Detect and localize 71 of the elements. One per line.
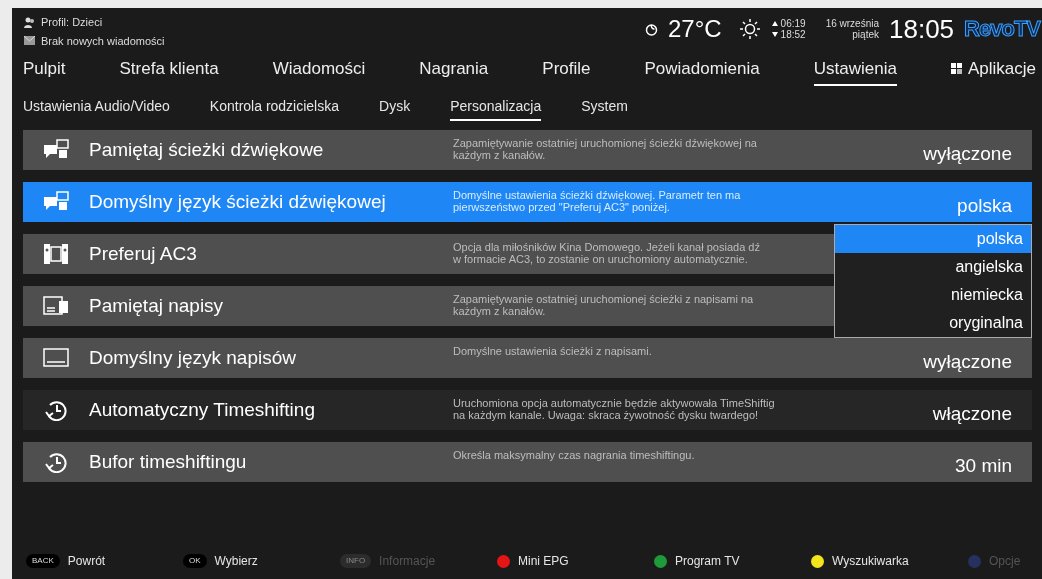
footer-action-label: Informacje	[379, 553, 436, 570]
moon-icon	[645, 22, 658, 36]
setting-description: Domyślne ustawienia ścieżki z napisami.	[453, 345, 652, 357]
footer-action-label: Mini EPG	[518, 553, 569, 570]
clock-time: 18:05	[889, 16, 955, 42]
setting-value: polska	[957, 196, 1013, 216]
date-label: 16 września	[825, 18, 879, 29]
setting-title: Pamiętaj napisy	[89, 293, 225, 318]
setting-row[interactable]: Pamiętaj ścieżki dźwiękowe Zapamiętywanie ostatniej uruchomionej ścieżki dźwiękowej na każdym z kanałów. wyłączone	[23, 130, 1032, 170]
main-tab[interactable]: Aplikacje	[950, 55, 1036, 86]
setting-title: Preferuj AC3	[89, 241, 198, 266]
setting-description: Uruchomiona opcja automatycznie będzie aktywowała TimeShiftig na każdym kanale. Uwaga: skraca żywotność dysku twardego!	[453, 397, 775, 421]
profile-label: Profil: Dzieci	[41, 15, 103, 30]
setting-value: włączone	[932, 404, 1013, 424]
setting-description: Zapamiętywanie ostatniej uruchomionej ścieżki dźwiękowej na każdym z kanałów.	[453, 137, 757, 161]
main-tab[interactable]: Powiadomienia	[644, 55, 760, 86]
sunrise-time: 06:19	[780, 18, 806, 29]
remote-key-badge: INFO	[340, 554, 372, 568]
setting-description: Określa maksymalny czas nagrania timeshiftingu.	[453, 449, 695, 461]
remote-key-badge: BACK	[26, 554, 60, 568]
sun-icon	[737, 17, 762, 41]
setting-row[interactable]: Automatyczny Timeshifting Uruchomiona opcja automatycznie będzie aktywowała TimeShiftig na każdym kanale. Uwaga: skraca żywotność dysku twardego! włączone	[23, 390, 1032, 430]
remote-key-badge: OK	[183, 554, 207, 568]
main-tab[interactable]: Nagrania	[419, 55, 489, 86]
setting-value: wyłączone	[923, 144, 1013, 164]
setting-description: Opcja dla miłośników Kina Domowego. Jeżeli kanał posiada dź w formacie AC3, to zostanie on uruchomiony automatycznie.	[453, 241, 760, 265]
main-tab[interactable]: Pulpit	[23, 55, 66, 86]
setting-row[interactable]: Domyślny język napisów Domyślne ustawienia ścieżki z napisami. wyłączone	[23, 338, 1032, 378]
footer-action-label: Wyszukiwarka	[832, 553, 909, 570]
main-tab[interactable]: Profile	[542, 55, 591, 86]
setting-row[interactable]: Domyślny język ścieżki dźwiękowej Domyślne ustawienia ścieżki dźwiękowej. Parametr ten ma pierwszeństwo przed "Preferuj AC3" poniżej. polska	[23, 182, 1032, 222]
setting-title: Bufor timeshiftingu	[89, 449, 248, 474]
setting-row[interactable]: Bufor timeshiftingu Określa maksymalny czas nagrania timeshiftingu. 30 min	[23, 442, 1032, 482]
footer-action-label: Opcje	[989, 553, 1021, 570]
envelope-icon	[24, 36, 35, 46]
temperature: 27°C	[668, 17, 722, 41]
setting-title: Automatyczny Timeshifting	[89, 397, 316, 422]
main-tab[interactable]: Strefa klienta	[119, 55, 219, 86]
main-tab[interactable]: Ustawienia	[813, 55, 897, 86]
setting-description: Zapamiętywanie ostatniej uruchomionej ścieżki z napisami na każdym z kanałów.	[453, 293, 754, 317]
sub-tab[interactable]: System	[581, 96, 628, 121]
clock-arrow-icon	[43, 399, 69, 421]
sunset-time: 18:52	[780, 29, 806, 40]
logo: RevoTV	[964, 18, 1040, 40]
sub-tab[interactable]: Personalizacja	[450, 96, 542, 121]
subtitles-screen-icon	[43, 347, 69, 369]
sub-tab[interactable]: Kontrola rodzicielska	[209, 96, 339, 121]
sub-tab[interactable]: Dysk	[379, 96, 411, 121]
messages-status: Brak nowych wiadomości	[41, 33, 165, 49]
clock-arrow-icon	[43, 451, 69, 473]
setting-title: Pamiętaj ścieżki dźwiękowe	[89, 137, 325, 162]
setting-value: 30 min	[954, 456, 1013, 476]
profile-icon	[24, 16, 35, 28]
setting-value: wyłączone	[923, 352, 1013, 372]
dropdown-option[interactable]: polska	[835, 225, 1031, 253]
main-tab[interactable]: Wiadomości	[272, 55, 366, 86]
footer-action-label: Program TV	[675, 553, 740, 570]
footer-action-label: Wybierz	[214, 553, 258, 570]
footer-action-label: Powrót	[67, 553, 106, 570]
speech-bubble-icon	[43, 191, 69, 213]
setting-description: Domyślne ustawienia ścieżki dźwiękowej. Parametr ten ma pierwszeństwo przed "Preferuj AC3" poniżej.	[453, 189, 741, 213]
setting-title: Domyślny język napisów	[89, 345, 297, 370]
grid-icon	[950, 62, 962, 74]
weekday-label: piątek	[852, 29, 879, 40]
speech-bubble-icon	[43, 139, 69, 161]
triangle-down-icon	[771, 32, 778, 37]
setting-title: Domyślny język ścieżki dźwiękowej	[89, 189, 387, 214]
sub-tab[interactable]: Ustawienia Audio/Video	[23, 96, 170, 121]
speaker-system-icon	[43, 243, 69, 265]
triangle-up-icon	[771, 21, 778, 26]
screen-save-icon	[43, 295, 69, 317]
